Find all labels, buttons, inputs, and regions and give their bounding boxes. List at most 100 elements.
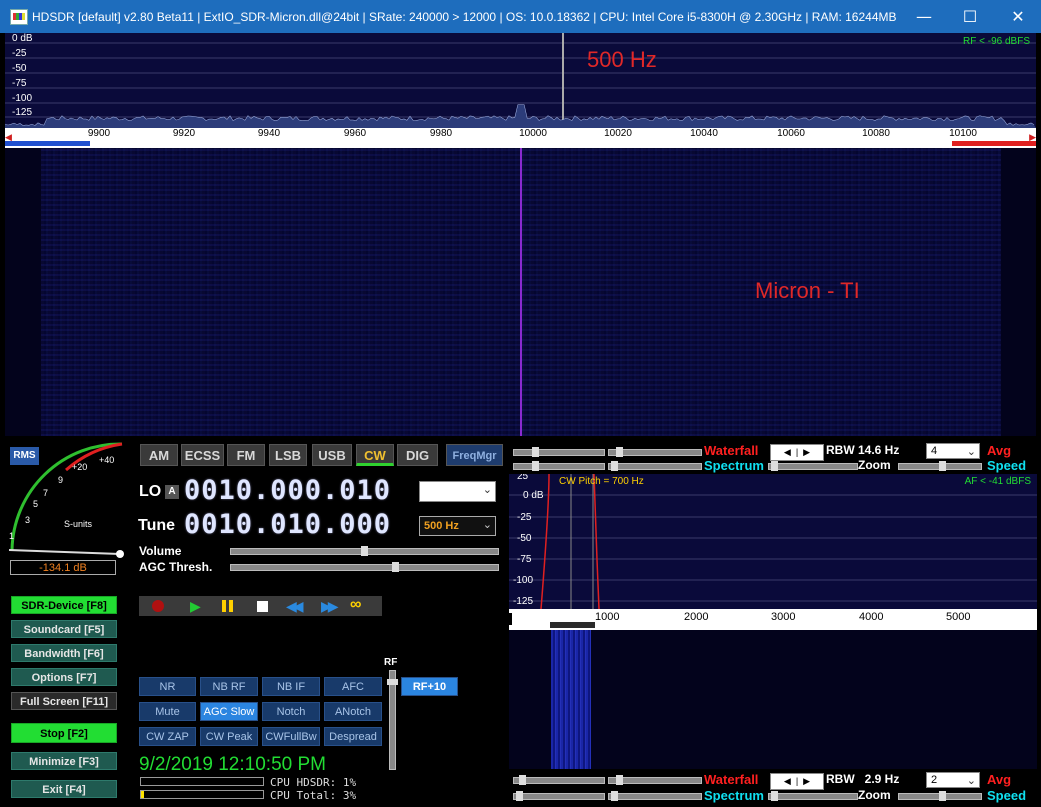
mute-button[interactable]: Mute (139, 702, 196, 721)
freq-manager-button[interactable]: FreqMgr (446, 444, 503, 466)
right-band-bar (952, 141, 1036, 146)
scroll-right-icon[interactable]: ▶ (1029, 132, 1036, 143)
cpu-total-label: CPU Total: 3% (270, 789, 357, 802)
lo-frequency[interactable]: 0010.000.010 (184, 475, 391, 506)
spectrum-slider-1[interactable] (513, 461, 605, 471)
tune-frequency[interactable]: 0010.010.000 (184, 509, 391, 540)
nr-button[interactable]: NR (139, 677, 196, 696)
waterfall-slider-3[interactable] (513, 775, 605, 785)
pause-icon[interactable] (222, 600, 226, 612)
mode-dig[interactable]: DIG (397, 444, 438, 466)
agc-knob[interactable] (392, 562, 399, 572)
rf-gain-knob[interactable] (387, 679, 398, 685)
slider-knob[interactable] (771, 461, 778, 471)
freq-tick: 9960 (343, 128, 367, 139)
rf-gain-slider[interactable] (387, 670, 398, 770)
waterfall-slider-1[interactable] (513, 447, 605, 457)
cw-fullbw-button[interactable]: CWFullBw (262, 727, 320, 746)
spectrum-slider-3[interactable] (513, 791, 605, 801)
volume-knob[interactable] (361, 546, 368, 556)
agc-thresh-slider[interactable] (230, 562, 499, 572)
lo-a-badge[interactable]: A (165, 485, 179, 499)
record-icon[interactable] (152, 600, 164, 612)
slider-knob[interactable] (532, 461, 539, 471)
rf-plus10-button[interactable]: RF+10 (401, 677, 458, 696)
freq-tick: 10020 (604, 128, 632, 139)
waterfall-speed-arrows-bottom[interactable]: ◀ | ▶ (770, 773, 824, 790)
chevron-down-icon: ⌄ (482, 484, 492, 496)
db-label-125: -125 (12, 107, 33, 118)
slider-knob[interactable] (532, 447, 539, 457)
rf-spectrum-display[interactable]: 0 dB -25 -50 -75 -100 -125 RF < -96 dBFS… (5, 33, 1036, 128)
mode-usb[interactable]: USB (312, 444, 352, 466)
avg-dropdown-bottom[interactable]: 2 ⌄ (926, 772, 980, 788)
af-spectrum-plot (509, 474, 1037, 609)
mode-cw[interactable]: CW (356, 444, 394, 466)
slider-knob[interactable] (516, 791, 523, 801)
zoom-slider-bottom[interactable] (768, 791, 858, 801)
chevron-down-icon: ⌄ (482, 519, 492, 531)
af-spectrum-display[interactable]: 25 0 dB -25 -50 -75 -100 -125 CW Pitch =… (509, 474, 1037, 609)
mode-am[interactable]: AM (140, 444, 178, 466)
lo-dropdown[interactable]: ⌄ (419, 481, 496, 502)
mode-ecss[interactable]: ECSS (181, 444, 224, 466)
volume-slider[interactable] (230, 546, 499, 556)
maximize-window-button[interactable]: ☐ (947, 0, 993, 33)
waterfall-slider-2[interactable] (608, 447, 702, 457)
slider-knob[interactable] (616, 775, 623, 785)
cw-zap-button[interactable]: CW ZAP (139, 727, 196, 746)
slider-knob[interactable] (939, 791, 946, 801)
rf-waterfall-display[interactable]: Micron - TI (5, 148, 1036, 436)
speed-slider-top[interactable] (898, 461, 982, 471)
cw-peak-button[interactable]: CW Peak (200, 727, 258, 746)
close-window-button[interactable]: ✕ (995, 0, 1041, 33)
af-waterfall-display[interactable] (509, 630, 1037, 769)
stop-button[interactable]: Stop [F2] (11, 723, 117, 743)
anotch-button[interactable]: ANotch (324, 702, 382, 721)
speed-slider-bottom[interactable] (898, 791, 982, 801)
mode-lsb[interactable]: LSB (269, 444, 307, 466)
spectrum-slider-4[interactable] (608, 791, 702, 801)
slider-knob[interactable] (611, 791, 618, 801)
waterfall-slider-4[interactable] (608, 775, 702, 785)
avg-dropdown-top[interactable]: 4 ⌄ (926, 443, 980, 459)
lo-label: LO (139, 483, 162, 500)
afc-button[interactable]: AFC (324, 677, 382, 696)
exit-button[interactable]: Exit [F4] (11, 780, 117, 798)
spectrum-slider-2[interactable] (608, 461, 702, 471)
agc-slow-button[interactable]: AGC Slow (200, 702, 258, 721)
rewind-icon[interactable]: ◀◀ (286, 598, 303, 615)
zoom-slider-top[interactable] (768, 461, 858, 471)
bandwidth-button[interactable]: Bandwidth [F6] (11, 644, 117, 662)
slider-knob[interactable] (616, 447, 623, 457)
minimize-window-button[interactable]: — (901, 0, 947, 33)
slider-knob[interactable] (771, 791, 778, 801)
mode-fm[interactable]: FM (227, 444, 265, 466)
soundcard-button[interactable]: Soundcard [F5] (11, 620, 117, 638)
nb-if-button[interactable]: NB IF (262, 677, 320, 696)
stop-icon[interactable] (257, 601, 268, 612)
filter-dropdown[interactable]: 500 Hz ⌄ (419, 516, 496, 536)
despread-button[interactable]: Despread (324, 727, 382, 746)
db-label-0: 0 dB (12, 33, 33, 44)
nb-rf-button[interactable]: NB RF (200, 677, 258, 696)
avg-value-top: 4 (931, 445, 938, 457)
play-icon[interactable]: ▶ (190, 598, 201, 615)
sdr-device-button[interactable]: SDR-Device [F8] (11, 596, 117, 614)
full-screen-button[interactable]: Full Screen [F11] (11, 692, 117, 710)
af-tick: 3000 (771, 611, 796, 623)
agc-thresh-label: AGC Thresh. (139, 560, 213, 574)
loop-icon[interactable]: ∞ (350, 596, 361, 614)
slider-knob[interactable] (611, 461, 618, 471)
rf-frequency-scale[interactable]: ◀ ▶ 9900 9920 9940 9960 9980 10000 10020… (5, 128, 1036, 148)
notch-button[interactable]: Notch (262, 702, 320, 721)
minimize-button[interactable]: Minimize [F3] (11, 752, 117, 770)
slider-knob[interactable] (939, 461, 946, 471)
scroll-left-icon[interactable]: ◀ (5, 132, 12, 143)
db-label-75: -75 (12, 78, 27, 89)
waterfall-speed-arrows[interactable]: ◀ | ▶ (770, 444, 824, 461)
options-button[interactable]: Options [F7] (11, 668, 117, 686)
fast-forward-icon[interactable]: ▶▶ (321, 598, 338, 615)
af-frequency-scale[interactable]: 1000 2000 3000 4000 5000 (509, 609, 1037, 630)
slider-knob[interactable] (519, 775, 526, 785)
